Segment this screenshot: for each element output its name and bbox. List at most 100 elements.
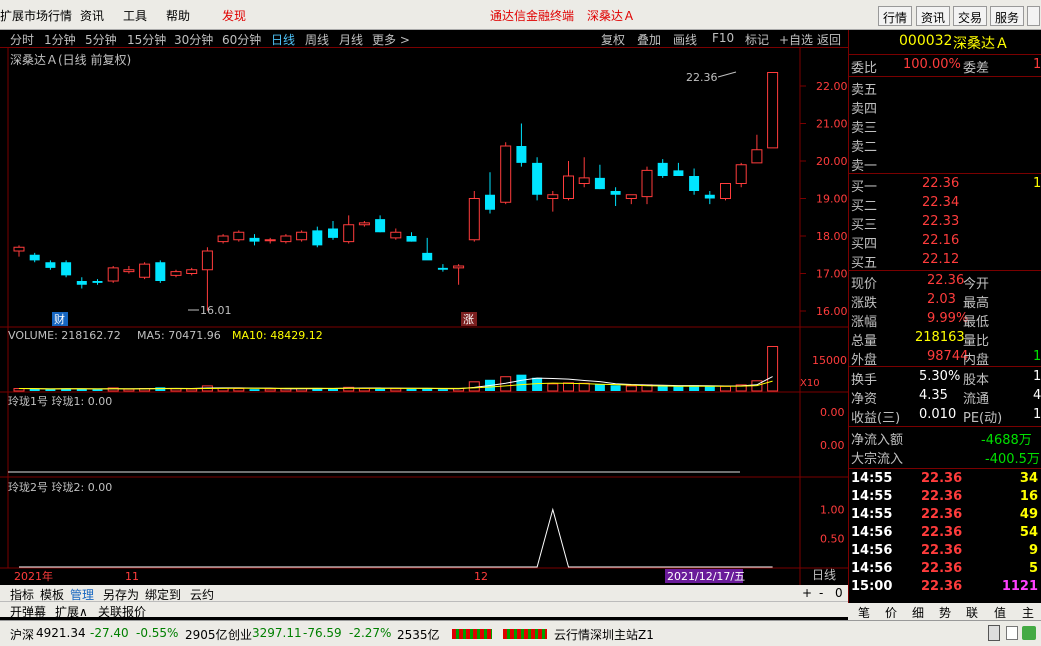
candle-body[interactable] [422, 252, 433, 261]
buy-row[interactable]: 买一 22.36 1 [849, 176, 1041, 195]
candle-body[interactable] [155, 262, 166, 281]
zoom-reset-button[interactable]: 0 [835, 586, 843, 600]
service-button[interactable]: 服务 [990, 6, 1025, 26]
quote-button[interactable]: 行情 [878, 6, 913, 26]
candle-body[interactable] [217, 235, 229, 243]
window-icon[interactable] [1027, 6, 1040, 26]
back-button[interactable]: 返回 [817, 31, 841, 48]
candle-body[interactable] [641, 169, 653, 198]
candle-body[interactable] [610, 191, 621, 195]
sell-row[interactable]: 卖四 [849, 98, 1041, 117]
period-monthly[interactable]: 月线 [339, 31, 363, 48]
candle-body[interactable] [29, 254, 40, 261]
candle-body[interactable] [516, 146, 527, 163]
candle-body[interactable] [735, 164, 747, 184]
candle-body[interactable] [767, 72, 779, 149]
candle-body[interactable] [296, 231, 308, 241]
mark-button[interactable]: 标记 [745, 31, 769, 48]
candle-body[interactable] [92, 281, 103, 283]
speaker-icon[interactable] [1022, 626, 1036, 640]
candle-body[interactable] [139, 263, 151, 278]
buy-row[interactable]: 买五 22.12 [849, 252, 1041, 271]
candle-body[interactable] [468, 198, 480, 241]
candle-body[interactable] [264, 239, 276, 242]
candle-body[interactable] [720, 183, 731, 199]
add-watchlist-button[interactable]: +自选 [779, 31, 813, 48]
overlay-button[interactable]: 叠加 [637, 31, 661, 48]
candle-body[interactable] [328, 228, 338, 238]
danmaku-button[interactable]: 开弹幕 [10, 603, 46, 620]
candle-body[interactable] [657, 162, 668, 176]
period-30min[interactable]: 30分钟 [174, 31, 213, 48]
period-5min[interactable]: 5分钟 [85, 31, 117, 48]
zoom-out-button[interactable]: - [819, 586, 823, 600]
menu-tools[interactable]: 工具 [123, 7, 147, 24]
candle-body[interactable] [170, 271, 182, 276]
candle-body[interactable] [123, 269, 135, 273]
adjust-button[interactable]: 复权 [601, 31, 625, 48]
menu-discover[interactable]: 发现 [222, 7, 246, 24]
period-daily[interactable]: 日线 [271, 31, 295, 48]
related-quote-button[interactable]: 关联报价 [98, 603, 146, 620]
candle-body[interactable] [704, 194, 715, 199]
candle-body[interactable] [689, 176, 700, 191]
tab-price[interactable]: 价 [885, 604, 897, 621]
candle-body[interactable] [563, 175, 574, 199]
menu-extended-market[interactable]: 扩展市场行情 [0, 7, 72, 24]
news-button[interactable]: 资讯 [916, 6, 951, 26]
candle-body[interactable] [453, 265, 465, 269]
candle-body[interactable] [201, 250, 213, 271]
lock-icon[interactable] [988, 625, 1000, 641]
tab-trend[interactable]: 势 [939, 604, 951, 621]
tab-main[interactable]: 主 [1022, 604, 1034, 621]
period-weekly[interactable]: 周线 [305, 31, 329, 48]
candle-body[interactable] [390, 231, 402, 239]
sell-row[interactable]: 卖二 [849, 136, 1041, 155]
tab-linked[interactable]: 联 [966, 604, 978, 621]
period-1min[interactable]: 1分钟 [44, 31, 76, 48]
candle-body[interactable] [61, 262, 72, 276]
period-more[interactable]: 更多 > [372, 31, 410, 48]
candle-body[interactable] [532, 162, 543, 195]
expand-button[interactable]: 扩展∧ [55, 603, 88, 620]
candle-body[interactable] [13, 246, 25, 252]
candle-body[interactable] [343, 224, 355, 243]
kline-chart[interactable]: 22.00 21.00 20.00 19.00 18.00 17.00 16.00 15000… [0, 48, 848, 585]
candle-body[interactable] [751, 149, 763, 164]
zoom-in-button[interactable]: + [802, 586, 812, 600]
sell-row[interactable]: 卖三 [849, 117, 1041, 136]
candle-body[interactable] [485, 194, 495, 210]
candle-body[interactable] [233, 231, 245, 241]
candle-body[interactable] [186, 269, 198, 274]
period-60min[interactable]: 60分钟 [222, 31, 261, 48]
trade-button[interactable]: 交易 [953, 6, 988, 26]
notify-icon[interactable] [1006, 626, 1018, 640]
sell-row[interactable]: 卖五 [849, 79, 1041, 98]
candle-body[interactable] [312, 230, 323, 246]
buy-row[interactable]: 买四 22.16 [849, 233, 1041, 252]
buy-row[interactable]: 买二 22.34 [849, 195, 1041, 214]
candle-body[interactable] [358, 222, 370, 226]
tab-detail[interactable]: 细 [912, 604, 924, 621]
candle-body[interactable] [500, 145, 512, 203]
f10-button[interactable]: F10 [712, 31, 734, 45]
buy-row[interactable]: 买三 22.33 [849, 214, 1041, 233]
sell-row[interactable]: 卖一 [849, 155, 1041, 174]
period-15min[interactable]: 15分钟 [127, 31, 166, 48]
menu-news[interactable]: 资讯 [80, 7, 104, 24]
candle-body[interactable] [45, 262, 56, 268]
candle-body[interactable] [249, 237, 260, 242]
candle-body[interactable] [547, 194, 559, 199]
candle-body[interactable] [673, 170, 684, 176]
menu-help[interactable]: 帮助 [166, 7, 190, 24]
draw-button[interactable]: 画线 [673, 31, 697, 48]
server-name[interactable]: 云行情深圳主站Z1 [554, 626, 654, 643]
candle-body[interactable] [76, 281, 87, 285]
tab-value[interactable]: 值 [994, 604, 1006, 621]
candle-body[interactable] [625, 194, 637, 199]
candle-body[interactable] [280, 235, 292, 243]
tab-trades[interactable]: 笔 [858, 604, 870, 621]
chart-area[interactable]: 22.00 21.00 20.00 19.00 18.00 17.00 16.00 15000… [0, 48, 848, 585]
candle-body[interactable] [406, 236, 417, 242]
period-timeshare[interactable]: 分时 [10, 31, 34, 48]
